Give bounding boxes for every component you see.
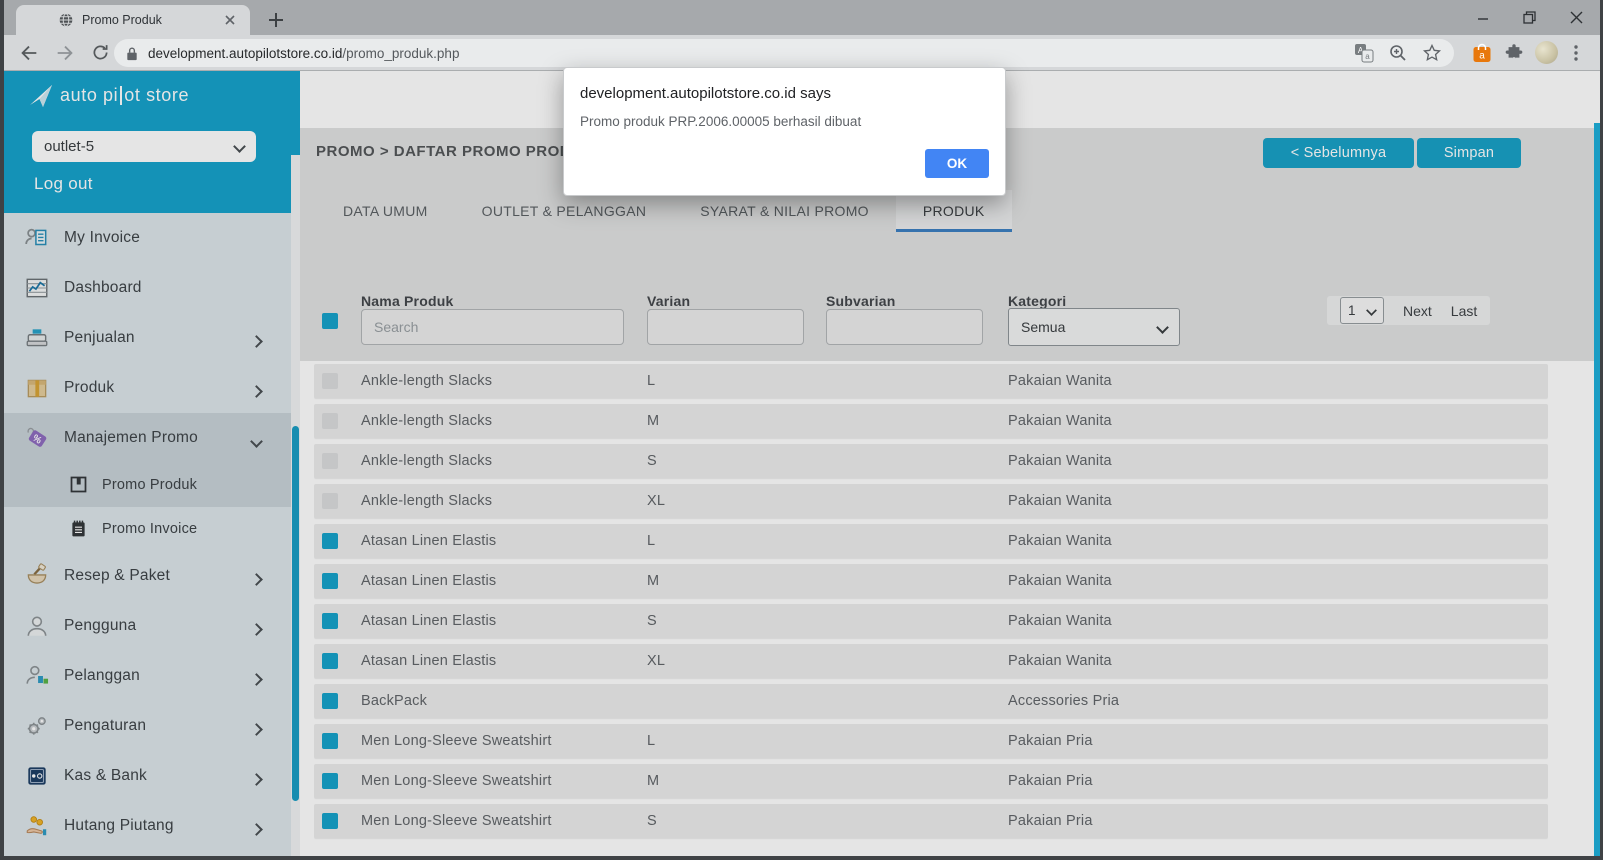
menu-kebab-icon[interactable] — [1566, 43, 1586, 63]
close-button[interactable] — [1553, 0, 1600, 34]
lock-icon — [126, 46, 138, 61]
browser-window: Promo Produk development.autopilotstore.… — [4, 0, 1600, 856]
globe-favicon-icon — [58, 12, 74, 28]
browser-tab-strip: Promo Produk — [4, 0, 1600, 35]
translate-icon[interactable]: Aa — [1354, 43, 1374, 63]
svg-text:a: a — [1479, 51, 1485, 62]
browser-toolbar: development.autopilotstore.co.id/promo_p… — [4, 35, 1600, 71]
url-path: /promo_produk.php — [342, 46, 459, 61]
restore-button[interactable] — [1506, 0, 1553, 34]
svg-text:a: a — [1365, 52, 1370, 61]
url-domain: development.autopilotstore.co.id — [148, 46, 342, 61]
tab-close-icon[interactable] — [222, 12, 238, 28]
shopping-extension-icon[interactable]: a — [1472, 43, 1492, 63]
browser-tab[interactable]: Promo Produk — [16, 5, 250, 35]
alert-dialog: development.autopilotstore.co.id says Pr… — [563, 67, 1006, 196]
alert-dialog-message: Promo produk PRP.2006.00005 berhasil dib… — [580, 114, 861, 129]
minimize-button[interactable] — [1459, 0, 1506, 34]
extensions-puzzle-icon[interactable] — [1504, 43, 1524, 63]
bookmark-star-icon[interactable] — [1422, 43, 1442, 63]
alert-dialog-title: development.autopilotstore.co.id says — [580, 85, 831, 102]
forward-icon[interactable] — [54, 42, 76, 64]
ok-button[interactable]: OK — [925, 149, 989, 178]
zoom-in-icon[interactable] — [1388, 43, 1408, 63]
new-tab-button[interactable] — [264, 8, 288, 32]
page-scrollbar-thumb[interactable] — [1594, 123, 1600, 856]
back-icon[interactable] — [18, 42, 40, 64]
tab-title: Promo Produk — [82, 13, 162, 27]
address-bar[interactable]: development.autopilotstore.co.id/promo_p… — [114, 39, 1454, 67]
window-controls — [1459, 0, 1600, 34]
profile-avatar[interactable] — [1535, 41, 1558, 64]
reload-icon[interactable] — [90, 42, 112, 64]
url-text: development.autopilotstore.co.id/promo_p… — [148, 46, 459, 61]
